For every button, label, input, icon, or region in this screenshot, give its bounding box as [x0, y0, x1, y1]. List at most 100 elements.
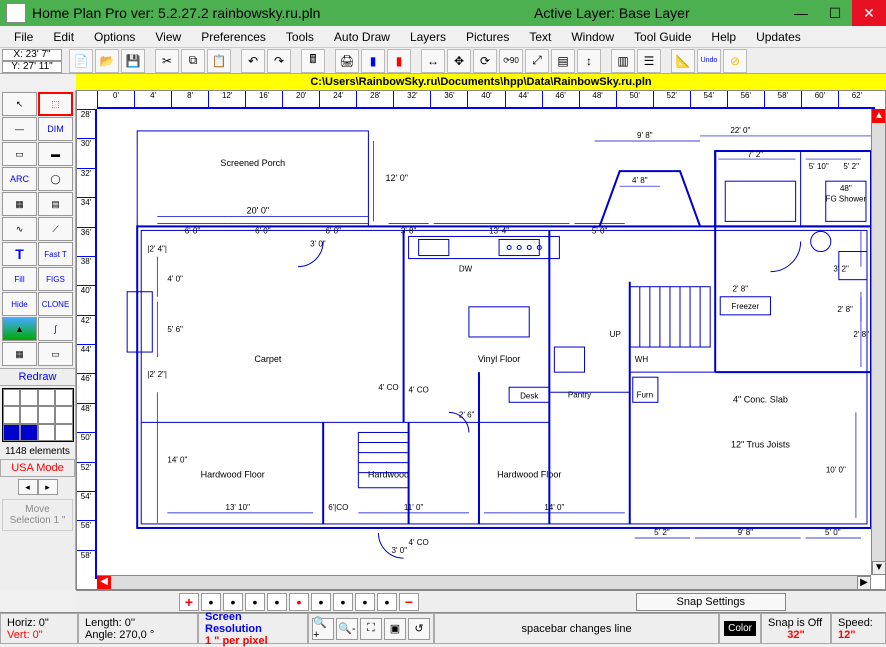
- move-selection-label[interactable]: Move Selection 1 ": [2, 499, 73, 531]
- rotate-icon[interactable]: ⟳: [473, 49, 497, 73]
- snap-dot-4[interactable]: •: [267, 593, 287, 611]
- menu-tools[interactable]: Tools: [276, 28, 324, 46]
- menu-options[interactable]: Options: [84, 28, 145, 46]
- open-icon[interactable]: 📂: [95, 49, 119, 73]
- menu-preferences[interactable]: Preferences: [191, 28, 276, 46]
- mirror-v-icon[interactable]: ↕: [577, 49, 601, 73]
- exit-icon[interactable]: ▮: [387, 49, 411, 73]
- fast-text-tool[interactable]: Fast T: [38, 242, 73, 266]
- scroll-left-icon[interactable]: ◀: [97, 576, 111, 590]
- menu-help[interactable]: Help: [701, 28, 746, 46]
- save-icon[interactable]: 💾: [121, 49, 145, 73]
- scroll-right-icon[interactable]: ▶: [857, 576, 871, 590]
- menu-file[interactable]: File: [4, 28, 43, 46]
- mirror-h-icon[interactable]: ↔: [421, 49, 445, 73]
- figs-tool[interactable]: FIGS: [38, 267, 73, 291]
- status-hint: spacebar changes line: [434, 613, 719, 644]
- layers-list-icon[interactable]: ☰: [637, 49, 661, 73]
- window-tool[interactable]: ▦: [2, 192, 37, 216]
- menu-autodraw[interactable]: Auto Draw: [324, 28, 400, 46]
- snap-dot-2[interactable]: •: [223, 593, 243, 611]
- usa-mode-toggle[interactable]: USA Mode: [0, 459, 75, 477]
- redo-icon[interactable]: ↷: [267, 49, 291, 73]
- arc-tool[interactable]: ARC: [2, 167, 37, 191]
- scale-icon[interactable]: ⤢: [525, 49, 549, 73]
- polyline-tool[interactable]: ⟋: [38, 217, 73, 241]
- drawing-canvas[interactable]: 0'4'8'12'16'20'24'28'32'36'40'44'46'48'5…: [76, 90, 886, 590]
- grid-tool[interactable]: ▦: [2, 342, 37, 366]
- spline-tool[interactable]: ∫: [38, 317, 73, 341]
- menu-window[interactable]: Window: [561, 28, 624, 46]
- snap-dot-5[interactable]: •: [289, 593, 309, 611]
- app-icon: [6, 3, 26, 23]
- menu-edit[interactable]: Edit: [43, 28, 84, 46]
- menu-layers[interactable]: Layers: [400, 28, 456, 46]
- text-tool[interactable]: T: [2, 242, 37, 266]
- zoom-in-icon[interactable]: +: [179, 593, 199, 611]
- line-tool[interactable]: —: [2, 117, 37, 141]
- horizontal-scrollbar[interactable]: ◀ ▶: [97, 575, 871, 589]
- calc-icon[interactable]: 🖩: [301, 49, 325, 73]
- close-button[interactable]: ✕: [852, 0, 886, 26]
- align-icon[interactable]: ▤: [551, 49, 575, 73]
- menu-pictures[interactable]: Pictures: [456, 28, 519, 46]
- menu-toolguide[interactable]: Tool Guide: [624, 28, 701, 46]
- dim-tool[interactable]: DIM: [38, 117, 73, 141]
- color-button[interactable]: Color: [724, 621, 756, 636]
- clone-tool[interactable]: CLONE: [38, 292, 73, 316]
- colors-icon[interactable]: ▥: [611, 49, 635, 73]
- new-icon[interactable]: 📄: [69, 49, 93, 73]
- select-tool[interactable]: ⬚: [38, 92, 73, 116]
- zoom-in-status-icon[interactable]: 🔍+: [312, 618, 334, 640]
- fill-tool[interactable]: Fill: [2, 267, 37, 291]
- scroll-up-icon[interactable]: ▲: [872, 109, 886, 123]
- circle-tool[interactable]: ◯: [38, 167, 73, 191]
- door-tool[interactable]: ▤: [38, 192, 73, 216]
- cut-icon[interactable]: ✂: [155, 49, 179, 73]
- snap-dot-7[interactable]: •: [333, 593, 353, 611]
- rect-fill-tool[interactable]: ▬: [38, 142, 73, 166]
- zoom-prev-icon[interactable]: ↺: [408, 618, 430, 640]
- svg-text:12" Trus Joists: 12" Trus Joists: [731, 440, 790, 450]
- snap-dot-6[interactable]: •: [311, 593, 331, 611]
- rect-tool[interactable]: ▭: [2, 142, 37, 166]
- nudge-left-icon[interactable]: ◂: [18, 479, 38, 495]
- layer-icon[interactable]: ▮: [361, 49, 385, 73]
- undo-icon[interactable]: ↶: [241, 49, 265, 73]
- zoom-out-icon[interactable]: −: [399, 593, 419, 611]
- measure-icon[interactable]: 📐: [671, 49, 695, 73]
- misc-tool[interactable]: ▭: [38, 342, 73, 366]
- status-angle: Angle: 270,0 °: [85, 629, 191, 641]
- snap-settings-button[interactable]: Snap Settings: [636, 593, 787, 611]
- curve-tool[interactable]: ∿: [2, 217, 37, 241]
- prohibit-icon[interactable]: ⊘: [723, 49, 747, 73]
- snap-dot-8[interactable]: •: [355, 593, 375, 611]
- paste-icon[interactable]: 📋: [207, 49, 231, 73]
- image-tool[interactable]: ▲: [2, 317, 37, 341]
- copy-icon[interactable]: ⧉: [181, 49, 205, 73]
- snap-dot-9[interactable]: •: [377, 593, 397, 611]
- zoom-window-icon[interactable]: ▣: [384, 618, 406, 640]
- move-icon[interactable]: ✥: [447, 49, 471, 73]
- maximize-button[interactable]: ☐: [818, 0, 852, 26]
- hide-tool[interactable]: Hide: [2, 292, 37, 316]
- scroll-down-icon[interactable]: ▼: [872, 561, 886, 575]
- snap-dot-3[interactable]: •: [245, 593, 265, 611]
- snap-dot-1[interactable]: •: [201, 593, 221, 611]
- menu-view[interactable]: View: [145, 28, 191, 46]
- minimize-button[interactable]: —: [784, 0, 818, 26]
- arrow-tool[interactable]: ↖: [2, 92, 37, 116]
- menu-updates[interactable]: Updates: [746, 28, 811, 46]
- svg-text:4" Conc. Slab: 4" Conc. Slab: [733, 394, 788, 404]
- menu-text[interactable]: Text: [519, 28, 561, 46]
- zoom-out-status-icon[interactable]: 🔍-: [336, 618, 358, 640]
- print-icon[interactable]: 🖨: [335, 49, 359, 73]
- rotate90-icon[interactable]: ⟳90: [499, 49, 523, 73]
- color-swatch-grid[interactable]: [2, 388, 74, 442]
- status-snap[interactable]: Snap is Off: [768, 617, 824, 629]
- vertical-scrollbar[interactable]: ▲ ▼: [871, 109, 885, 575]
- nudge-right-icon[interactable]: ▸: [38, 479, 58, 495]
- undo-multi-icon[interactable]: Undo: [697, 49, 721, 73]
- redraw-button[interactable]: Redraw: [0, 368, 75, 386]
- zoom-fit-icon[interactable]: ⛶: [360, 618, 382, 640]
